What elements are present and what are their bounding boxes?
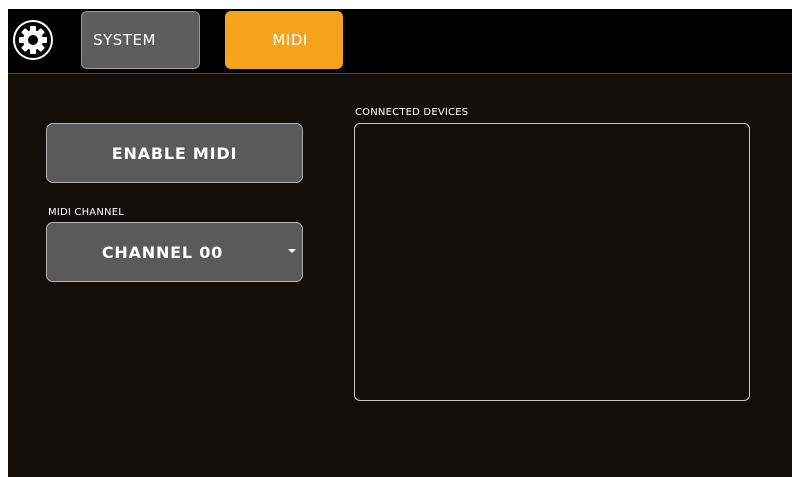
- gear-icon: [13, 20, 53, 60]
- connected-devices-label: CONNECTED DEVICES: [355, 107, 469, 118]
- tab-system[interactable]: SYSTEM: [81, 11, 200, 69]
- enable-midi-label: ENABLE MIDI: [111, 143, 238, 163]
- settings-button[interactable]: [12, 19, 54, 61]
- top-bar: SYSTEM MIDI: [8, 9, 792, 74]
- tab-midi-label: MIDI: [272, 31, 308, 49]
- connected-devices-list[interactable]: [354, 123, 750, 401]
- tab-system-label: SYSTEM: [93, 31, 156, 49]
- midi-channel-label: MIDI CHANNEL: [48, 207, 124, 218]
- enable-midi-button[interactable]: ENABLE MIDI: [46, 123, 303, 183]
- midi-channel-select[interactable]: CHANNEL 00: [46, 222, 303, 282]
- tab-midi[interactable]: MIDI: [225, 11, 343, 69]
- midi-settings-screen: SYSTEM MIDI ENABLE MIDI MIDI CHANNEL CHA…: [8, 9, 792, 477]
- caret-down-icon: [288, 249, 296, 253]
- midi-channel-value: CHANNEL 00: [101, 242, 224, 262]
